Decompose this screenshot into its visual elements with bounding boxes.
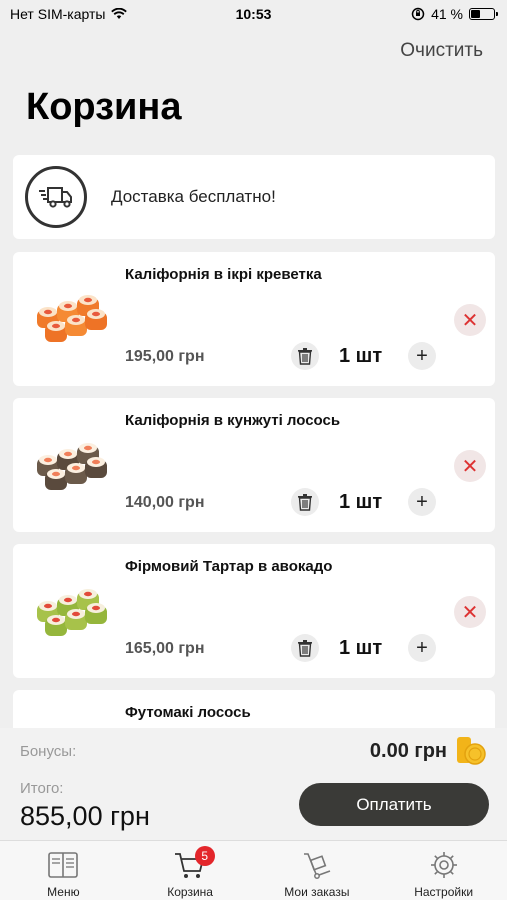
sushi-roll-avocado-image xyxy=(27,568,115,656)
status-bar: Нет SIM-карты 10:53 41 % xyxy=(0,0,507,28)
tab-cart[interactable]: 5 Корзина xyxy=(127,841,254,900)
trash-icon[interactable] xyxy=(291,342,319,370)
item-quantity: 1 шт xyxy=(339,491,383,513)
tab-settings[interactable]: Настройки xyxy=(380,841,507,900)
increase-quantity-button[interactable]: + xyxy=(408,634,436,662)
delivery-truck-icon xyxy=(25,166,87,228)
pay-button[interactable]: Оплатить xyxy=(299,783,489,826)
remove-item-button[interactable]: ✕ xyxy=(454,304,486,336)
cart-list[interactable]: Каліфорнія в ікрі креветка 195,00 грн 1 … xyxy=(0,252,507,728)
sushi-roll-sesame-image xyxy=(27,422,115,510)
increase-quantity-button[interactable]: + xyxy=(408,342,436,370)
orders-cart-icon xyxy=(300,849,334,881)
tab-label: Корзина xyxy=(167,885,213,899)
order-summary: Бонусы: 0.00 грн Итого: 855,00 грн Оплат… xyxy=(0,728,507,840)
item-quantity: 1 шт xyxy=(339,637,383,659)
increase-quantity-button[interactable]: + xyxy=(408,488,436,516)
clear-cart-button[interactable]: Очистить xyxy=(400,40,483,62)
trash-icon[interactable] xyxy=(291,634,319,662)
item-name: Каліфорнія в кунжуті лосось xyxy=(125,412,341,429)
tab-bar: Меню 5 Корзина Мои заказы Настройки xyxy=(0,840,507,900)
trash-icon[interactable] xyxy=(291,488,319,516)
item-name: Каліфорнія в ікрі креветка xyxy=(125,266,322,283)
bonus-value: 0.00 грн xyxy=(369,740,447,762)
battery-icon xyxy=(469,8,498,20)
delivery-text: Доставка бесплатно! xyxy=(111,187,276,206)
remove-item-button[interactable]: ✕ xyxy=(454,596,486,628)
total-label: Итого: xyxy=(20,780,64,797)
tab-menu[interactable]: Меню xyxy=(0,841,127,900)
status-right: 41 % xyxy=(411,6,498,22)
item-price: 140,00 грн xyxy=(125,494,205,511)
cart-item: Футомакі лосось xyxy=(13,690,495,728)
tab-orders[interactable]: Мои заказы xyxy=(254,841,381,900)
bonus-label: Бонусы: xyxy=(20,743,77,760)
menu-book-icon xyxy=(46,849,80,881)
sushi-roll-orange-image xyxy=(27,276,115,364)
battery-percent: 41 % xyxy=(431,6,463,22)
cart-item: Каліфорнія в кунжуті лосось 140,00 грн 1… xyxy=(13,398,495,532)
item-quantity: 1 шт xyxy=(339,345,383,367)
gear-icon xyxy=(427,849,461,881)
tab-label: Настройки xyxy=(414,885,474,899)
tab-label: Мои заказы xyxy=(284,885,350,899)
item-price: 165,00 грн xyxy=(125,640,205,657)
item-name: Футомакі лосось xyxy=(125,704,251,721)
item-name: Фірмовий Тартар в авокадо xyxy=(125,558,333,575)
cart-item: Фірмовий Тартар в авокадо 165,00 грн 1 ш… xyxy=(13,544,495,678)
coin-icon xyxy=(455,734,487,766)
cart-count-badge: 5 xyxy=(194,846,215,866)
page-title: Корзина xyxy=(26,86,182,128)
orientation-lock-icon xyxy=(411,7,425,21)
cart-item: Каліфорнія в ікрі креветка 195,00 грн 1 … xyxy=(13,252,495,386)
delivery-banner: Доставка бесплатно! xyxy=(13,155,495,239)
item-price: 195,00 грн xyxy=(125,348,205,365)
tab-label: Меню xyxy=(47,885,80,899)
total-value: 855,00 грн xyxy=(20,801,150,831)
remove-item-button[interactable]: ✕ xyxy=(454,450,486,482)
